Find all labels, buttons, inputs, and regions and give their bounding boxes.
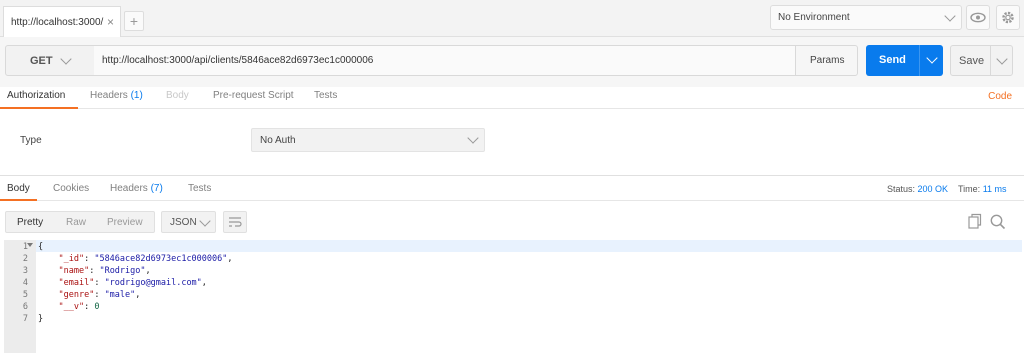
chevron-down-icon <box>60 53 72 65</box>
active-tab-indicator <box>0 107 78 109</box>
code-link[interactable]: Code <box>988 91 1012 102</box>
response-tab-tests[interactable]: Tests <box>188 183 211 194</box>
save-button[interactable]: Save <box>950 45 1013 76</box>
eye-icon <box>970 12 986 23</box>
environment-select[interactable]: No Environment <box>770 5 962 30</box>
tab-body[interactable]: Body <box>166 90 189 101</box>
response-tabs: Body Cookies Headers (7) Tests Status: 2… <box>0 175 1024 201</box>
response-tab-headers-label: Headers <box>110 183 148 194</box>
line-number-gutter: 1 2 3 4 5 6 7 <box>4 240 36 353</box>
line-number: 1 <box>22 242 28 252</box>
url-text: http://localhost:3000/api/clients/5846ac… <box>102 55 374 66</box>
environment-quick-look-button[interactable] <box>966 5 990 30</box>
raw-button[interactable]: Raw <box>66 217 86 228</box>
chevron-down-icon <box>199 215 211 227</box>
status-value: 200 OK <box>917 184 949 194</box>
code-line: } <box>38 314 44 324</box>
params-label: Params <box>810 55 845 66</box>
method-label: GET <box>30 55 53 67</box>
json-comma: , <box>201 278 207 288</box>
fold-arrow-icon[interactable] <box>27 243 33 247</box>
send-label: Send <box>879 54 906 66</box>
line-number: 6 <box>22 302 28 312</box>
response-tab-headers[interactable]: Headers (7) <box>110 183 163 194</box>
save-divider <box>990 46 991 75</box>
line-number: 7 <box>22 314 28 324</box>
json-value: "male" <box>104 290 136 300</box>
manage-environments-button[interactable] <box>996 5 1020 30</box>
wrap-lines-button[interactable] <box>223 211 247 233</box>
request-tab-label: http://localhost:3000/ <box>11 17 104 28</box>
format-select[interactable]: JSON <box>161 211 216 233</box>
copy-icon[interactable] <box>966 213 982 231</box>
json-comma: , <box>135 290 141 300</box>
time-label: Time: <box>958 184 981 194</box>
json-value: "Rodrigo" <box>99 266 146 276</box>
wrap-lines-icon <box>229 217 242 227</box>
save-label: Save <box>959 55 985 67</box>
code-line: "genre": "male", <box>58 290 141 300</box>
code-line: "__v": 0 <box>58 302 100 312</box>
new-tab-button[interactable]: + <box>124 11 144 31</box>
auth-type-select[interactable]: No Auth <box>251 128 485 152</box>
json-key: "genre" <box>58 290 95 300</box>
tab-headers-label: Headers <box>90 90 128 101</box>
response-headers-count: (7) <box>150 183 163 194</box>
json-comma: , <box>145 266 151 276</box>
json-number-value: 0 <box>94 302 100 312</box>
active-response-tab-indicator <box>0 199 37 201</box>
auth-type-value: No Auth <box>260 135 296 146</box>
headers-count: (1) <box>130 90 143 101</box>
format-label: JSON <box>170 217 197 228</box>
json-value: "5846ace82d6973ec1c000006" <box>94 254 228 264</box>
send-button[interactable]: Send <box>866 45 943 76</box>
chevron-down-icon <box>944 10 956 22</box>
tab-prerequest-script[interactable]: Pre-request Script <box>213 90 294 101</box>
json-key: "__v" <box>58 302 85 312</box>
tab-authorization[interactable]: Authorization <box>7 90 65 101</box>
active-line-highlight <box>36 240 1022 252</box>
view-mode-group: Pretty Raw Preview <box>5 211 155 233</box>
code-line: "name": "Rodrigo", <box>58 266 151 276</box>
code-line: "email": "rodrigo@gmail.com", <box>58 278 207 288</box>
send-options-chevron-icon[interactable] <box>926 52 938 64</box>
request-tab[interactable]: http://localhost:3000/ × <box>3 6 121 37</box>
tab-headers[interactable]: Headers (1) <box>90 90 143 101</box>
chevron-down-icon <box>467 132 479 144</box>
url-input[interactable]: http://localhost:3000/api/clients/5846ac… <box>94 45 796 76</box>
send-divider <box>919 45 920 76</box>
code-line: "_id": "5846ace82d6973ec1c000006", <box>58 254 233 264</box>
json-value: "rodrigo@gmail.com" <box>104 278 202 288</box>
request-tabs: Authorization Headers (1) Body Pre-reque… <box>0 87 1024 109</box>
response-tab-cookies[interactable]: Cookies <box>53 183 89 194</box>
json-comma: , <box>227 254 233 264</box>
line-number: 2 <box>22 254 28 264</box>
tab-tests[interactable]: Tests <box>314 90 337 101</box>
response-tab-body[interactable]: Body <box>7 183 30 194</box>
close-tab-icon[interactable]: × <box>107 15 114 29</box>
params-button[interactable]: Params <box>795 45 858 76</box>
json-key: "email" <box>58 278 95 288</box>
time-value: 11 ms <box>982 184 1007 194</box>
auth-type-label: Type <box>20 135 42 146</box>
line-number: 4 <box>22 278 28 288</box>
status-label: Status: <box>887 184 916 194</box>
json-key: "name" <box>58 266 90 276</box>
environment-select-label: No Environment <box>778 12 850 23</box>
line-number: 3 <box>22 266 28 276</box>
time-readout: Time: 11 ms <box>958 184 1007 194</box>
line-number: 5 <box>22 290 28 300</box>
pretty-button[interactable]: Pretty <box>17 217 43 228</box>
preview-button[interactable]: Preview <box>107 217 143 228</box>
gear-icon <box>1002 11 1014 24</box>
method-select[interactable]: GET <box>5 45 95 76</box>
search-icon[interactable] <box>989 213 1007 231</box>
json-key: "_id" <box>58 254 85 264</box>
save-options-chevron-icon[interactable] <box>996 53 1008 65</box>
code-line: { <box>38 242 44 252</box>
status-readout: Status: 200 OK <box>887 184 948 194</box>
